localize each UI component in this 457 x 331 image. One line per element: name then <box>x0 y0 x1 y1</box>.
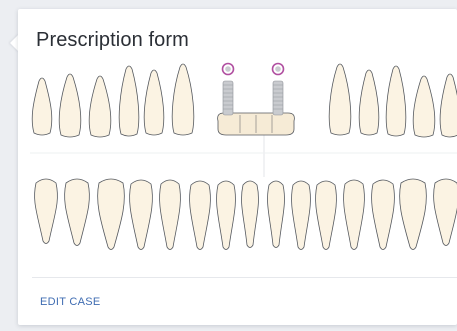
upper-tooth[interactable] <box>118 65 140 137</box>
upper-tooth[interactable] <box>171 63 195 136</box>
lower-tooth[interactable] <box>371 179 395 250</box>
upper-tooth[interactable] <box>31 77 53 136</box>
lower-tooth[interactable] <box>159 179 181 250</box>
upper-tooth[interactable] <box>439 73 457 138</box>
lower-tooth[interactable] <box>216 180 236 250</box>
upper-tooth[interactable] <box>385 65 407 137</box>
implant-marker-core <box>275 66 281 72</box>
lower-tooth[interactable] <box>433 178 457 246</box>
upper-tooth[interactable] <box>328 63 352 136</box>
lower-tooth[interactable] <box>189 180 211 250</box>
lower-tooth[interactable] <box>343 179 365 250</box>
lower-tooth[interactable] <box>399 178 427 250</box>
upper-tooth[interactable] <box>58 73 82 138</box>
edit-case-link[interactable]: EDIT CASE <box>40 296 101 308</box>
implant[interactable] <box>222 80 234 116</box>
lower-tooth[interactable] <box>64 178 90 246</box>
lower-tooth[interactable] <box>129 179 153 250</box>
upper-tooth[interactable] <box>412 75 436 138</box>
upper-tooth[interactable] <box>358 69 380 136</box>
lower-tooth[interactable] <box>34 178 58 244</box>
upper-tooth[interactable] <box>143 69 165 136</box>
lower-tooth[interactable] <box>267 180 285 248</box>
implant-marker-core <box>225 66 231 72</box>
footer-divider <box>32 277 457 278</box>
prescription-card: Prescription form EDIT CASE <box>18 9 457 325</box>
lower-tooth[interactable] <box>241 180 259 248</box>
lower-tooth[interactable] <box>97 178 125 250</box>
implant-bridge-group <box>217 62 295 136</box>
lower-arch <box>34 178 457 250</box>
implant[interactable] <box>272 80 284 116</box>
lower-tooth[interactable] <box>315 180 337 250</box>
upper-tooth[interactable] <box>88 75 112 138</box>
lower-tooth[interactable] <box>291 180 311 250</box>
